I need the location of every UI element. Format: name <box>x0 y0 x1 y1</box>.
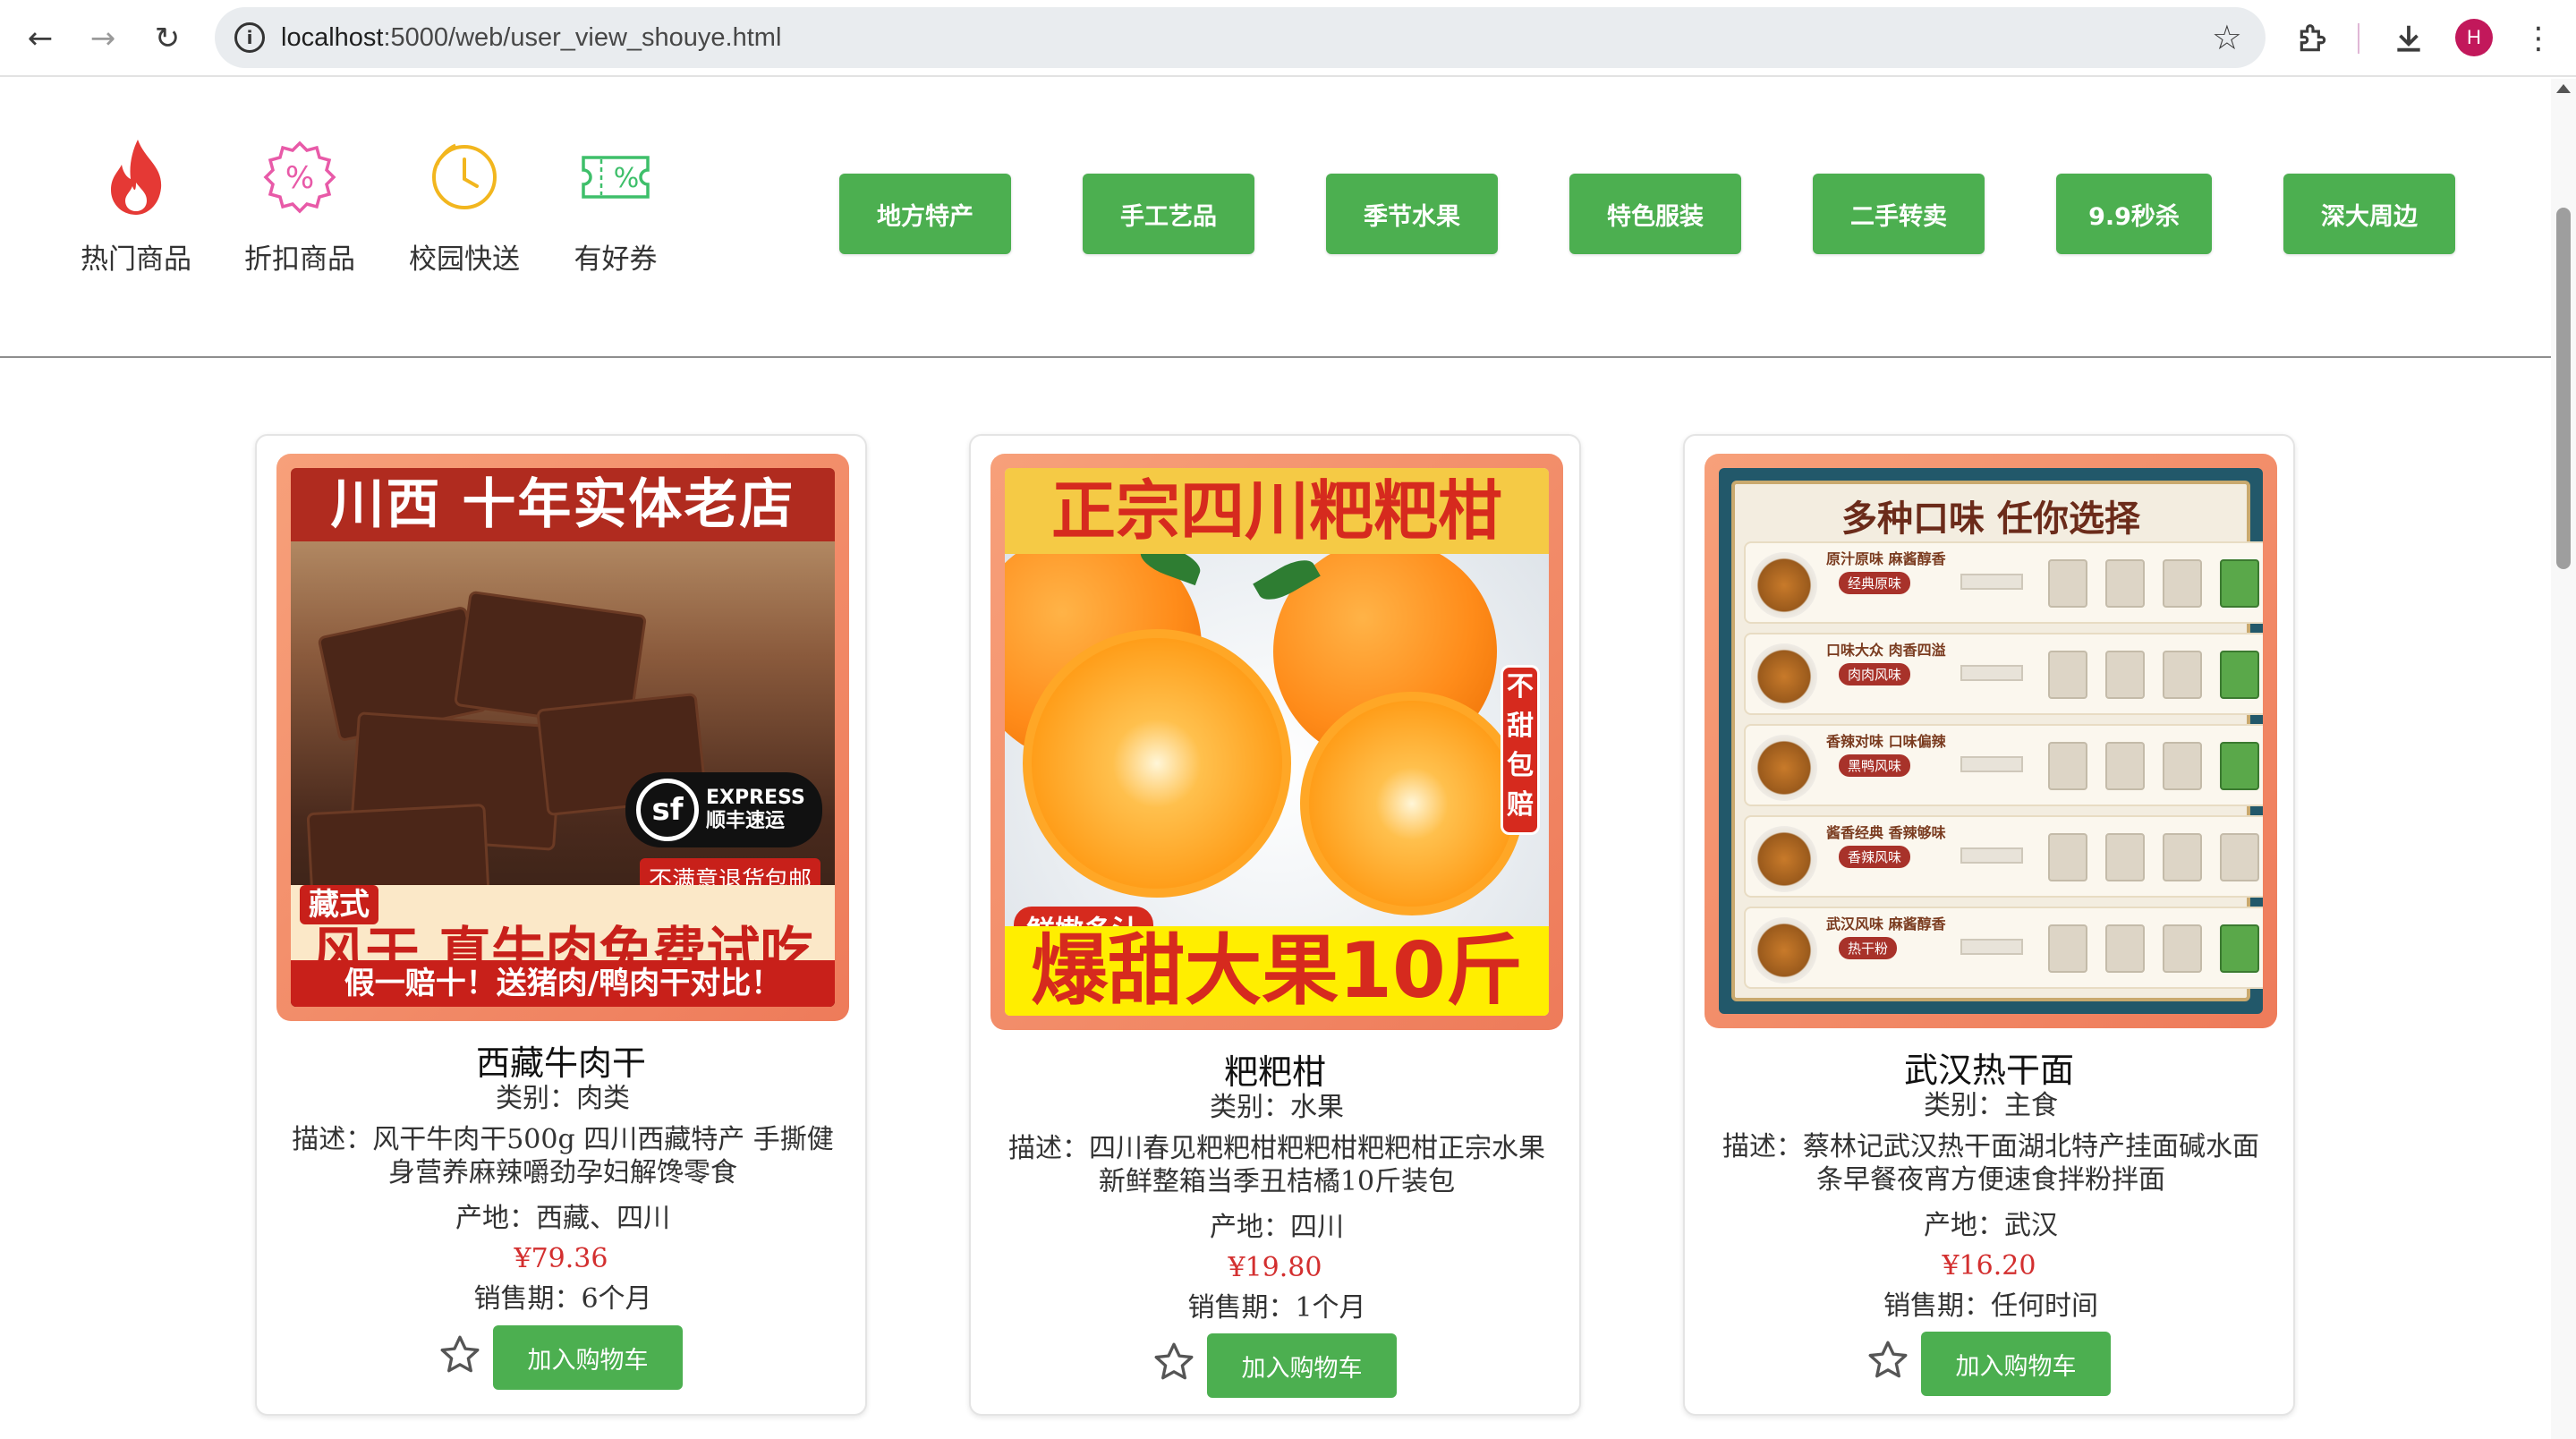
category-handicraft-button[interactable]: 手工艺品 <box>1083 174 1254 254</box>
image-headline: 正宗四川粑粑柑 <box>1005 468 1549 554</box>
bookmark-star-icon[interactable]: ☆ <box>2212 16 2242 59</box>
add-to-cart-button[interactable]: 加入购物车 <box>1921 1332 2111 1396</box>
scrollbar-thumb[interactable] <box>2556 208 2571 569</box>
product-sale-period: 销售期：1个月 <box>1187 1292 1366 1324</box>
product-card: 川西 十年实体老店 sf EXPRESS 顺丰速运 不满意退货包邮 藏式 风干 真… <box>255 434 867 1416</box>
quick-link-discount[interactable]: % 折扣商品 <box>233 132 367 277</box>
product-description: 描述：风干牛肉干500g 四川西藏特产 手撕健身营养麻辣嚼劲孕妇解馋零食 <box>292 1124 834 1188</box>
menu-kebab-icon[interactable]: ⋮ <box>2516 16 2561 61</box>
address-bar[interactable]: i localhost:5000/web/user_view_shouye.ht… <box>215 7 2266 68</box>
menu-row-desc: 原汁原味 麻酱醇香 <box>1826 550 1946 567</box>
category-flash-sale-button[interactable]: 9.9秒杀 <box>2056 174 2212 254</box>
product-price: ¥16.20 <box>1942 1250 2036 1281</box>
product-category: 类别：肉类 <box>496 1083 630 1114</box>
quick-link-coupon[interactable]: % 有好券 <box>548 132 683 277</box>
image-headline: 川西 十年实体老店 <box>291 468 835 541</box>
sf-express-logo: sf EXPRESS 顺丰速运 <box>625 772 822 847</box>
category-second-hand-button[interactable]: 二手转卖 <box>1813 174 1985 254</box>
category-clothing-button[interactable]: 特色服装 <box>1569 174 1741 254</box>
menu-row-pill: 经典原味 <box>1839 572 1911 594</box>
favorite-star-icon[interactable] <box>1866 1338 1910 1383</box>
menu-row-pill: 香辣风味 <box>1839 846 1911 868</box>
category-seasonal-fruit-button[interactable]: 季节水果 <box>1326 174 1498 254</box>
category-local-specialty-button[interactable]: 地方特产 <box>839 174 1011 254</box>
extensions-icon[interactable] <box>2291 16 2335 61</box>
add-to-cart-button[interactable]: 加入购物车 <box>493 1325 683 1390</box>
product-image[interactable]: 多种口味 任你选择 原汁原味 麻酱醇香 经典原味 口味大众 肉香四溢 肉肉风味 <box>1705 454 2277 1028</box>
coupon-icon: % <box>582 156 650 199</box>
product-image[interactable]: 川西 十年实体老店 sf EXPRESS 顺丰速运 不满意退货包邮 藏式 风干 真… <box>276 454 849 1021</box>
image-badge: 藏式 <box>300 885 378 924</box>
scroll-up-arrow-icon[interactable] <box>2556 84 2571 93</box>
menu-row-desc: 口味大众 肉香四溢 <box>1826 642 1946 659</box>
image-side-tag: 不甜包赔 <box>1501 665 1540 835</box>
favorite-star-icon[interactable] <box>438 1333 482 1377</box>
image-headline: 多种口味 任你选择 <box>1841 498 2140 540</box>
svg-text:%: % <box>614 163 640 194</box>
url-text[interactable]: localhost:5000/web/user_view_shouye.html <box>281 7 781 68</box>
menu-row-pill: 肉肉风味 <box>1839 663 1911 685</box>
product-sale-period: 销售期：任何时间 <box>1883 1290 2098 1322</box>
product-description: 描述：蔡林记武汉热干面湖北特产挂面碱水面条早餐夜宵方便速食拌粉拌面 <box>1722 1131 2259 1196</box>
image-footer-text: 爆甜大果10斤 <box>1005 926 1549 1016</box>
site-info-icon[interactable]: i <box>234 22 265 53</box>
menu-row-desc: 酱香经典 香辣够味 <box>1826 824 1946 841</box>
quick-link-label: 校园快送 <box>409 243 520 276</box>
toolbar-divider <box>2358 23 2359 54</box>
quick-link-label: 有好券 <box>574 243 658 276</box>
add-to-cart-button[interactable]: 加入购物车 <box>1207 1333 1397 1398</box>
download-icon[interactable] <box>2386 16 2431 61</box>
product-name: 西藏牛肉干 <box>475 1043 646 1083</box>
quick-link-label: 折扣商品 <box>244 243 355 276</box>
product-category: 类别：水果 <box>1210 1092 1344 1123</box>
image-footer-text: 假一赔十！送猪肉/鸭肉干对比！ <box>291 960 835 1007</box>
quick-link-label: 热门商品 <box>81 243 191 276</box>
quick-link-campus-delivery[interactable]: 校园快送 <box>397 132 531 277</box>
product-name: 粑粑柑 <box>1223 1052 1326 1092</box>
svg-text:%: % <box>285 160 314 196</box>
menu-row-pill: 热干粉 <box>1839 937 1898 959</box>
reload-icon[interactable]: ↻ <box>145 16 190 61</box>
product-price: ¥79.36 <box>514 1243 608 1274</box>
favorite-star-icon[interactable] <box>1152 1340 1196 1384</box>
browser-toolbar: ← → ↻ i localhost:5000/web/user_view_sho… <box>0 0 2576 77</box>
product-card: 正宗四川粑粑柑 不甜包赔 鲜嫩多汁 爆甜大果10斤 粑粑柑 类别：水果 描述：四… <box>969 434 1581 1416</box>
product-origin: 产地：四川 <box>1210 1212 1344 1243</box>
clock-icon <box>432 143 497 209</box>
discount-badge-icon: % <box>263 140 336 214</box>
fire-icon <box>111 140 162 215</box>
menu-row-desc: 武汉风味 麻酱醇香 <box>1826 915 1946 932</box>
quick-link-hot[interactable]: 热门商品 <box>69 132 203 277</box>
section-divider <box>0 356 2551 358</box>
menu-row-desc: 香辣对味 口味偏辣 <box>1826 733 1946 750</box>
profile-avatar[interactable]: H <box>2455 19 2493 56</box>
category-szu-merch-button[interactable]: 深大周边 <box>2283 174 2455 254</box>
product-origin: 产地：武汉 <box>1924 1210 2058 1241</box>
menu-row-pill: 黑鸭风味 <box>1839 754 1911 777</box>
back-arrow-icon[interactable]: ← <box>18 16 63 61</box>
product-sale-period: 销售期：6个月 <box>473 1283 652 1315</box>
product-price: ¥19.80 <box>1228 1252 1322 1283</box>
product-image[interactable]: 正宗四川粑粑柑 不甜包赔 鲜嫩多汁 爆甜大果10斤 <box>990 454 1563 1030</box>
product-card: 多种口味 任你选择 原汁原味 麻酱醇香 经典原味 口味大众 肉香四溢 肉肉风味 <box>1683 434 2295 1416</box>
product-description: 描述：四川春见粑粑柑粑粑柑粑粑柑正宗水果新鲜整箱当季丑桔橘10斤装包 <box>1008 1133 1545 1197</box>
product-origin: 产地：西藏、四川 <box>455 1203 670 1234</box>
product-category: 类别：主食 <box>1924 1090 2058 1121</box>
product-name: 武汉热干面 <box>1903 1051 2074 1090</box>
forward-arrow-icon[interactable]: → <box>81 16 125 61</box>
